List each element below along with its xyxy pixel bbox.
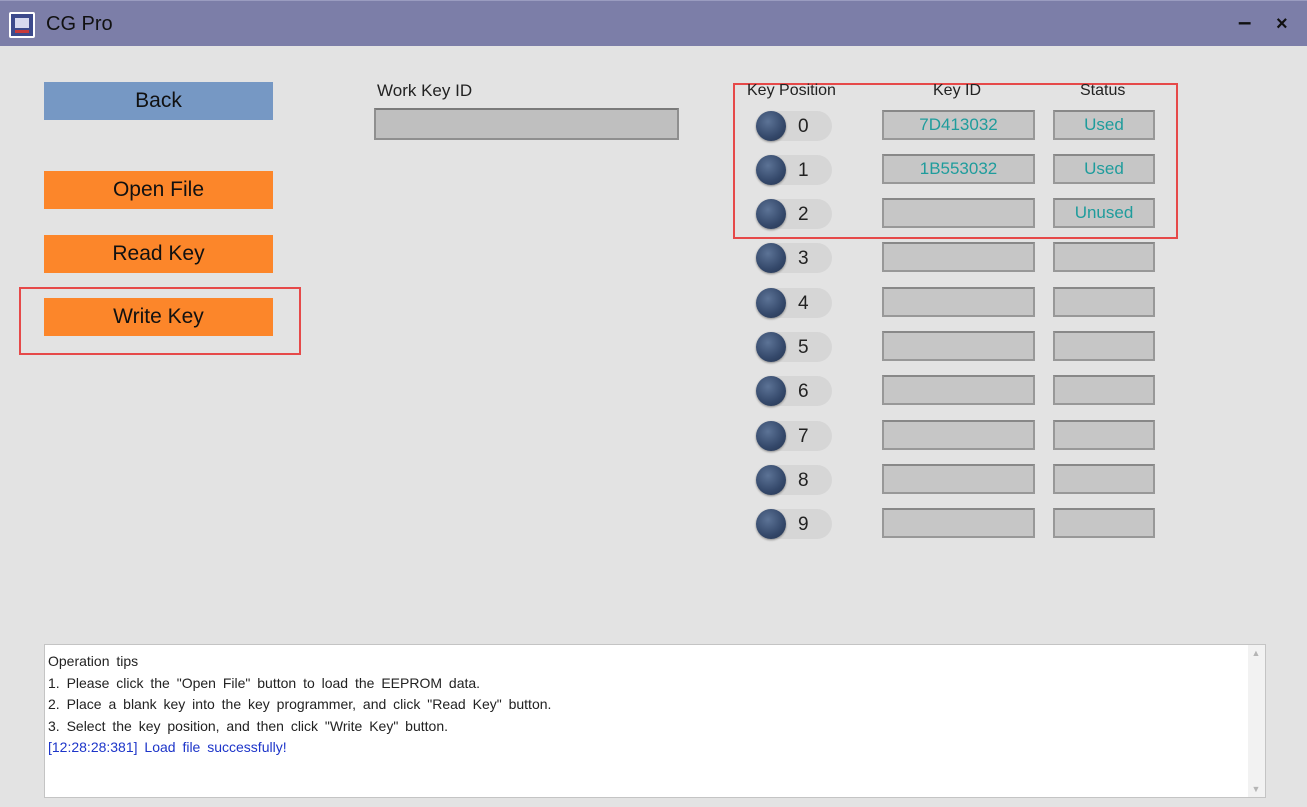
key-id-cell (882, 198, 1035, 228)
status-cell (1053, 420, 1155, 450)
key-position-number: 5 (798, 337, 809, 358)
status-cell: Unused (1053, 198, 1155, 228)
log-line: Operation tips (48, 653, 139, 669)
key-id-cell (882, 420, 1035, 450)
title-bar: CG Pro – × (0, 0, 1307, 46)
key-position-number: 2 (798, 204, 809, 225)
key-id-cell (882, 287, 1035, 317)
key-position-number: 4 (798, 293, 809, 314)
read-key-button[interactable]: Read Key (44, 235, 273, 273)
key-position-number: 0 (798, 116, 809, 137)
key-position-toggle[interactable]: 3 (756, 243, 832, 273)
key-position-number: 9 (798, 514, 809, 535)
status-cell: Used (1053, 110, 1155, 140)
key-id-cell: 1B553032 (882, 154, 1035, 184)
key-position-header: Key Position (747, 82, 836, 99)
key-position-number: 6 (798, 381, 809, 402)
key-position-number: 7 (798, 426, 809, 447)
toggle-knob-icon (756, 111, 786, 141)
status-cell: Used (1053, 154, 1155, 184)
key-position-toggle[interactable]: 7 (756, 421, 832, 451)
key-id-cell (882, 464, 1035, 494)
close-icon[interactable]: × (1276, 13, 1288, 36)
key-position-toggle[interactable]: 6 (756, 376, 832, 406)
key-position-toggle[interactable]: 4 (756, 288, 832, 318)
status-cell (1053, 375, 1155, 405)
toggle-knob-icon (756, 155, 786, 185)
log-line-success: [12:28:28:381] Load file successfully! (48, 739, 287, 755)
key-id-cell (882, 508, 1035, 538)
work-key-id-label: Work Key ID (377, 81, 473, 100)
scroll-down-icon[interactable]: ▼ (1251, 784, 1261, 794)
key-position-toggle[interactable]: 0 (756, 111, 832, 141)
minimize-icon[interactable]: – (1238, 9, 1251, 37)
key-id-cell: 7D413032 (882, 110, 1035, 140)
toggle-knob-icon (756, 509, 786, 539)
operation-log[interactable]: Operation tips 1. Please click the "Open… (44, 644, 1266, 798)
status-cell (1053, 508, 1155, 538)
toggle-knob-icon (756, 421, 786, 451)
log-line: 2. Place a blank key into the key progra… (48, 696, 552, 712)
log-line: 3. Select the key position, and then cli… (48, 717, 448, 734)
log-scrollbar[interactable]: ▲ ▼ (1248, 645, 1265, 797)
key-id-cell (882, 331, 1035, 361)
write-key-button[interactable]: Write Key (44, 298, 273, 336)
window-title: CG Pro (46, 13, 113, 35)
status-cell (1053, 464, 1155, 494)
toggle-knob-icon (756, 199, 786, 229)
key-position-number: 3 (798, 248, 809, 269)
toggle-knob-icon (756, 376, 786, 406)
key-position-toggle[interactable]: 8 (756, 465, 832, 495)
key-id-header: Key ID (933, 82, 982, 99)
key-position-toggle[interactable]: 2 (756, 199, 832, 229)
toggle-knob-icon (756, 288, 786, 318)
status-cell (1053, 242, 1155, 272)
key-position-number: 1 (798, 160, 809, 181)
toggle-knob-icon (756, 465, 786, 495)
app-icon (9, 12, 35, 38)
key-position-number: 8 (798, 470, 809, 491)
key-position-toggle[interactable]: 1 (756, 155, 832, 185)
work-key-id-field (374, 108, 679, 140)
toggle-knob-icon (756, 243, 786, 273)
log-line: 1. Please click the "Open File" button t… (48, 674, 481, 691)
key-position-toggle[interactable]: 5 (756, 332, 832, 362)
key-position-toggle[interactable]: 9 (756, 509, 832, 539)
scroll-up-icon[interactable]: ▲ (1251, 648, 1261, 658)
key-id-cell (882, 375, 1035, 405)
status-cell (1053, 331, 1155, 361)
status-header: Status (1080, 82, 1126, 99)
key-id-cell (882, 242, 1035, 272)
toggle-knob-icon (756, 332, 786, 362)
back-button[interactable]: Back (44, 82, 273, 120)
open-file-button[interactable]: Open File (44, 171, 273, 209)
status-cell (1053, 287, 1155, 317)
